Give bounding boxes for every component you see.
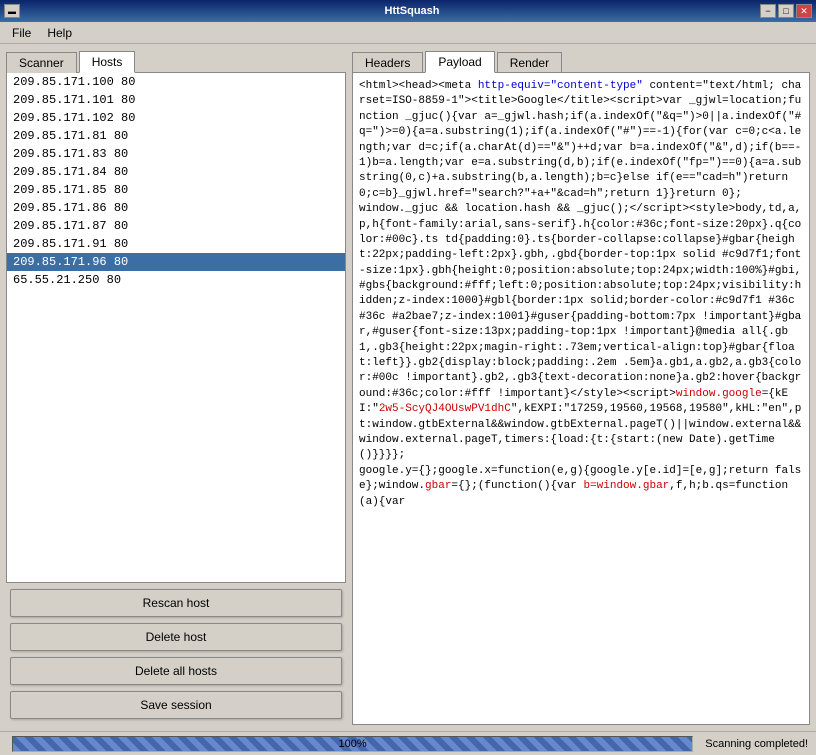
rescan-host-button[interactable]: Rescan host [10, 589, 342, 617]
delete-host-button[interactable]: Delete host [10, 623, 342, 651]
buttons-panel: Rescan host Delete host Delete all hosts… [6, 583, 346, 725]
tab-headers[interactable]: Headers [352, 52, 423, 73]
list-item[interactable]: 209.85.171.84 80 [7, 163, 345, 181]
titlebar: ▬ HttSquash − □ ✕ [0, 0, 816, 22]
left-tab-bar: Scanner Hosts [6, 50, 346, 72]
list-item[interactable]: 65.55.21.250 80 [7, 271, 345, 289]
right-panel: Headers Payload Render <html><head><meta… [352, 50, 810, 725]
list-item[interactable]: 209.85.171.100 80 [7, 73, 345, 91]
window-title: HttSquash [64, 5, 760, 17]
list-item[interactable]: 209.85.171.101 80 [7, 91, 345, 109]
tab-scanner[interactable]: Scanner [6, 52, 77, 73]
list-item[interactable]: 209.85.171.86 80 [7, 199, 345, 217]
right-tab-bar: Headers Payload Render [352, 50, 810, 72]
menu-file[interactable]: File [4, 24, 39, 42]
progress-label: 100% [339, 738, 367, 750]
minimize-button[interactable]: − [760, 4, 776, 18]
hosts-tab-content: 209.85.171.100 80 209.85.171.101 80 209.… [6, 72, 346, 583]
statusbar: 100% Scanning completed! [0, 731, 816, 755]
save-session-button[interactable]: Save session [10, 691, 342, 719]
menu-help[interactable]: Help [39, 24, 80, 42]
list-item[interactable]: 209.85.171.87 80 [7, 217, 345, 235]
menubar: File Help [0, 22, 816, 44]
list-item-selected[interactable]: 209.85.171.96 80 [7, 253, 345, 271]
host-list[interactable]: 209.85.171.100 80 209.85.171.101 80 209.… [7, 73, 345, 582]
list-item[interactable]: 209.85.171.85 80 [7, 181, 345, 199]
window-controls: − □ ✕ [760, 4, 812, 18]
tab-render[interactable]: Render [497, 52, 562, 73]
payload-text-area[interactable]: <html><head><meta http-equiv="content-ty… [353, 73, 809, 724]
list-item[interactable]: 209.85.171.91 80 [7, 235, 345, 253]
progress-wrapper: 100% [6, 733, 699, 755]
tab-hosts[interactable]: Hosts [79, 51, 136, 73]
main-content: Scanner Hosts 209.85.171.100 80 209.85.1… [0, 44, 816, 731]
tab-payload[interactable]: Payload [425, 51, 494, 73]
delete-all-hosts-button[interactable]: Delete all hosts [10, 657, 342, 685]
list-item[interactable]: 209.85.171.102 80 [7, 109, 345, 127]
status-text: Scanning completed! [705, 738, 816, 750]
maximize-button[interactable]: □ [778, 4, 794, 18]
list-item[interactable]: 209.85.171.83 80 [7, 145, 345, 163]
left-panel: Scanner Hosts 209.85.171.100 80 209.85.1… [6, 50, 346, 725]
payload-content: <html><head><meta http-equiv="content-ty… [352, 72, 810, 725]
list-item[interactable]: 209.85.171.81 80 [7, 127, 345, 145]
system-menu-button[interactable]: ▬ [4, 4, 20, 18]
close-button[interactable]: ✕ [796, 4, 812, 18]
